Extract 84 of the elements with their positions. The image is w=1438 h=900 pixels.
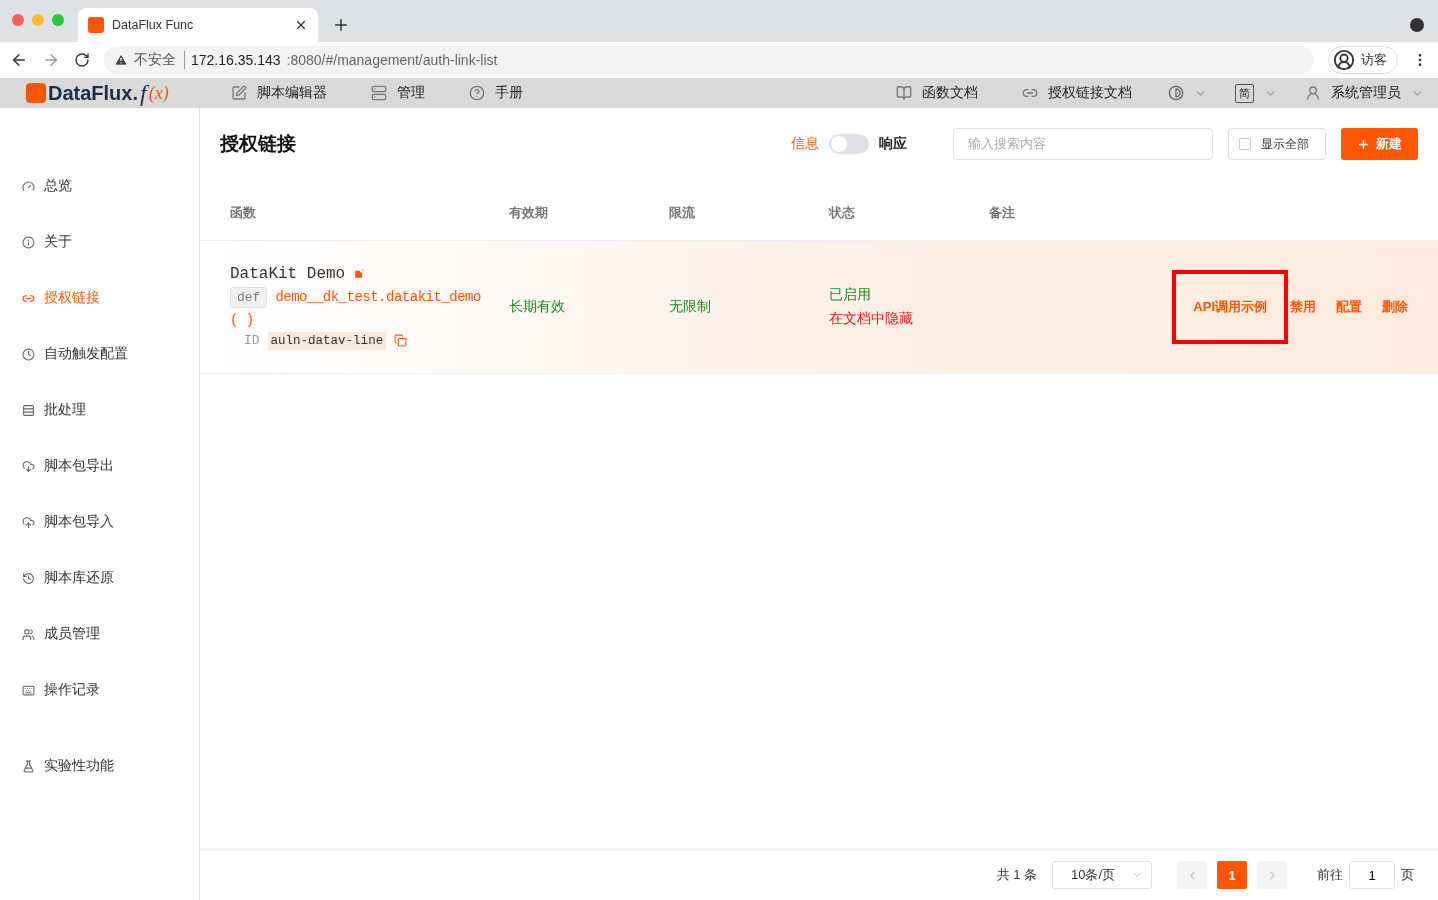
flask-icon [22,759,35,773]
sidebar-item[interactable]: 脚本包导出 [0,438,199,494]
nav-item[interactable]: 手册 [468,84,523,102]
logo-text: DataFlux. [48,81,139,105]
function-title: DataKit Demo [230,264,346,283]
clock-icon [22,347,35,361]
column-header: 有效期 [509,203,549,222]
keyboard-icon [22,683,35,697]
back-icon[interactable] [10,51,28,69]
total-count: 共 1 条 [996,866,1037,884]
goto-page-field[interactable]: 1 [1349,861,1395,889]
sidebar-item[interactable]: 实验性功能 [0,738,199,794]
close-window-button[interactable] [12,14,24,26]
tab-title: DataFlux Func [112,18,195,32]
column-header: 备注 [989,203,1016,222]
nav-item[interactable]: 脚本编辑器 [230,84,327,102]
id-value: auln-datav-line [267,331,387,350]
column-header: 限流 [669,203,696,222]
page-size-select[interactable]: 10条/页 [1052,861,1152,889]
sidebar-item[interactable]: 关于 [0,214,199,270]
security-label: 不安全 [134,51,185,69]
toggle-label: 信息 [791,135,819,153]
user-dropdown[interactable]: 系统管理员 [1305,84,1424,102]
def-tag: def [230,286,268,308]
address-bar[interactable]: 不安全 172.16.35.143 :8080/#/management/auth-link-list [104,46,1314,74]
sidebar-item[interactable]: 成员管理 [0,606,199,662]
user-icon [1333,49,1355,71]
info-icon [22,235,35,249]
history-icon [22,571,35,585]
help-icon [468,85,485,101]
batch-icon [22,403,35,417]
goto-label: 前往 [1317,866,1343,884]
warning-icon [114,53,128,67]
column-header: 状态 [829,203,856,222]
nav-item[interactable]: 函数文档 [896,84,978,102]
book-icon [896,85,912,101]
new-tab-icon[interactable] [332,16,350,34]
status-text: 已启用 [829,286,872,304]
url-host: 172.16.35.143 [191,52,281,68]
expiry-text: 长期有效 [509,298,566,316]
toggle-switch[interactable] [829,134,869,154]
sidebar-item[interactable]: 批处理 [0,382,199,438]
nav-item[interactable]: 授权链接文档 [1022,84,1132,102]
favicon-icon [88,17,104,33]
page-size-value: 10条/页 [1071,866,1116,884]
language-label: 简 [1235,83,1254,103]
forward-icon[interactable] [42,51,60,69]
column-header: 函数 [230,203,257,222]
function-name: demo__dk_test.datakit_demo [275,289,481,305]
page-title: 授权链接 [220,132,297,156]
browser-tab[interactable]: DataFlux Func [78,8,318,42]
copy-icon[interactable] [394,334,408,347]
plus-icon [1357,137,1370,151]
reload-icon[interactable] [74,52,90,68]
upload-icon [22,515,35,529]
manage-icon [370,85,387,101]
toggle-label: 响应 [879,135,907,153]
sidebar-item[interactable]: 脚本库还原 [0,550,199,606]
users-icon [22,627,35,641]
checkbox[interactable] [1239,138,1251,150]
download-icon [22,459,35,473]
search-field[interactable]: 输入搜索内容 [953,128,1213,160]
url-path: :8080/#/management/auth-link-list [286,52,498,68]
contrast-icon [1168,85,1184,101]
user-name: 系统管理员 [1331,84,1401,102]
language-dropdown[interactable]: 简 [1235,83,1277,103]
close-icon[interactable] [294,18,308,32]
gauge-icon [22,179,35,193]
edit-icon [230,85,247,101]
page-unit: 页 [1401,866,1414,884]
sidebar-item[interactable]: 总览 [0,158,199,214]
id-label: ID [244,333,260,348]
status-text: 在文档中隐藏 [829,310,914,328]
function-parens: ( ) [230,311,255,328]
theme-dropdown[interactable] [1168,85,1207,101]
logo-icon [26,83,46,103]
user-icon [1305,85,1321,101]
sidebar-item[interactable]: 操作记录 [0,662,199,718]
nav-item[interactable]: 管理 [370,84,425,102]
sidebar-item[interactable]: 脚本包导入 [0,494,199,550]
maximize-window-button[interactable] [52,14,64,26]
sidebar-item[interactable]: 自动触发配置 [0,326,199,382]
show-all-checkbox[interactable]: 显示全部 [1228,128,1326,160]
rate-limit-text: 无限制 [669,298,712,316]
